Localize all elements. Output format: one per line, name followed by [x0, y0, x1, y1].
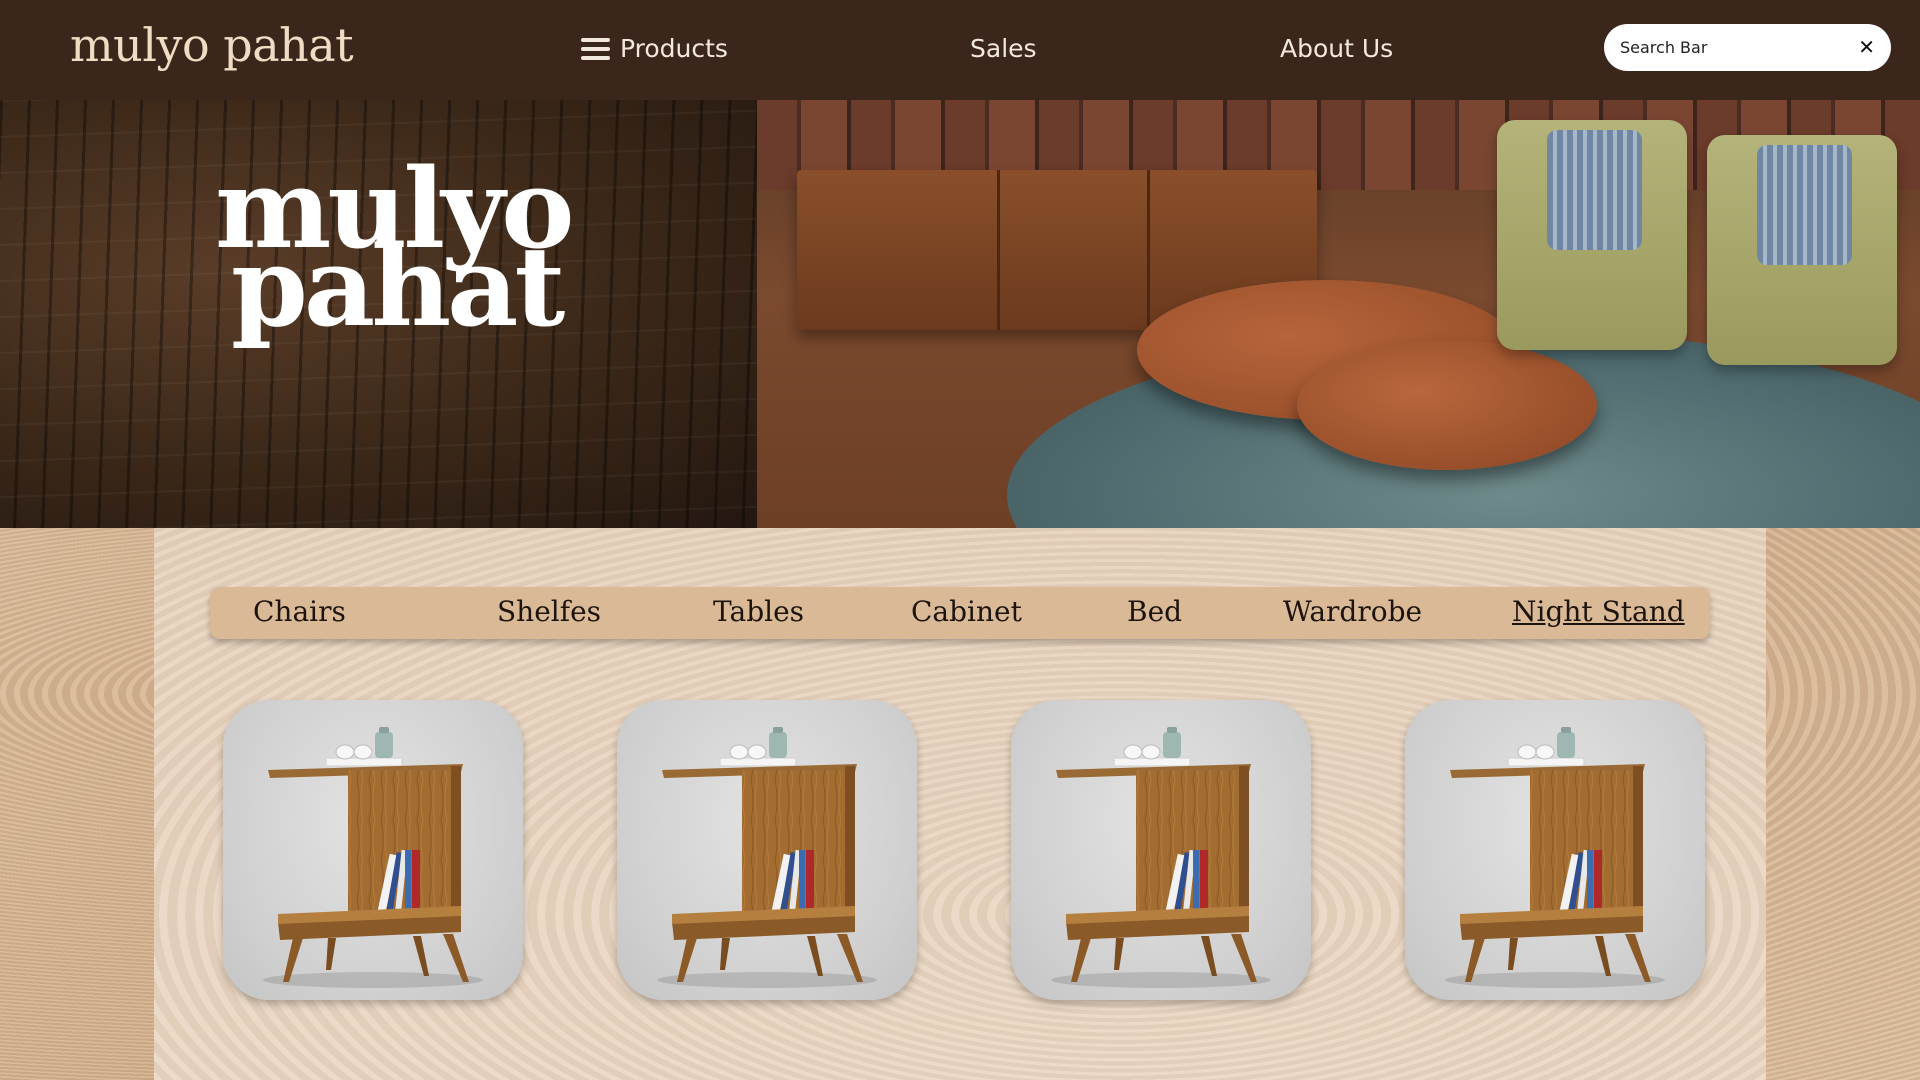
nav-sales-label: Sales	[970, 34, 1037, 63]
armchair-second	[1707, 135, 1897, 365]
category-tables[interactable]: Tables	[713, 595, 804, 628]
coffee-table-second	[1297, 340, 1597, 470]
product-card-night-stand-2[interactable]	[617, 700, 917, 1000]
armchair	[1497, 120, 1687, 350]
search-input[interactable]	[1620, 38, 1859, 57]
night-stand-illustration	[1445, 727, 1665, 988]
living-room-image	[757, 100, 1920, 528]
category-chairs[interactable]: Chairs	[253, 595, 346, 628]
nav-sales[interactable]: Sales	[970, 34, 1037, 63]
hero-title-line2: pahat	[231, 222, 565, 351]
night-stand-illustration	[263, 727, 483, 988]
nav-products-label: Products	[620, 34, 728, 63]
nav-about-label: About Us	[1280, 34, 1394, 63]
menu-icon	[581, 37, 610, 60]
product-card-night-stand-3[interactable]	[1011, 700, 1311, 1000]
category-night-stand[interactable]: Night Stand	[1512, 595, 1685, 628]
hero-title: mulyo pahat	[215, 154, 574, 351]
nav-about-us[interactable]: About Us	[1280, 34, 1393, 63]
close-icon[interactable]: ✕	[1858, 38, 1875, 58]
category-wardrobe[interactable]: Wardrobe	[1283, 595, 1422, 628]
brand-logo-text[interactable]: mulyo pahat	[70, 18, 354, 72]
category-cabinet[interactable]: Cabinet	[911, 595, 1022, 628]
top-navigation-bar: mulyo pahat Products Sales About Us ✕	[0, 0, 1920, 100]
nav-products[interactable]: Products	[581, 34, 728, 63]
product-card-night-stand-1[interactable]	[223, 700, 523, 1000]
category-bed[interactable]: Bed	[1127, 595, 1182, 628]
product-card-night-stand-4[interactable]	[1405, 700, 1705, 1000]
night-stand-illustration	[1051, 727, 1271, 988]
category-shelfes[interactable]: Shelfes	[497, 595, 601, 628]
search-bar: ✕	[1604, 24, 1891, 71]
hero-banner: mulyo pahat	[0, 100, 1920, 528]
night-stand-illustration	[657, 727, 877, 988]
